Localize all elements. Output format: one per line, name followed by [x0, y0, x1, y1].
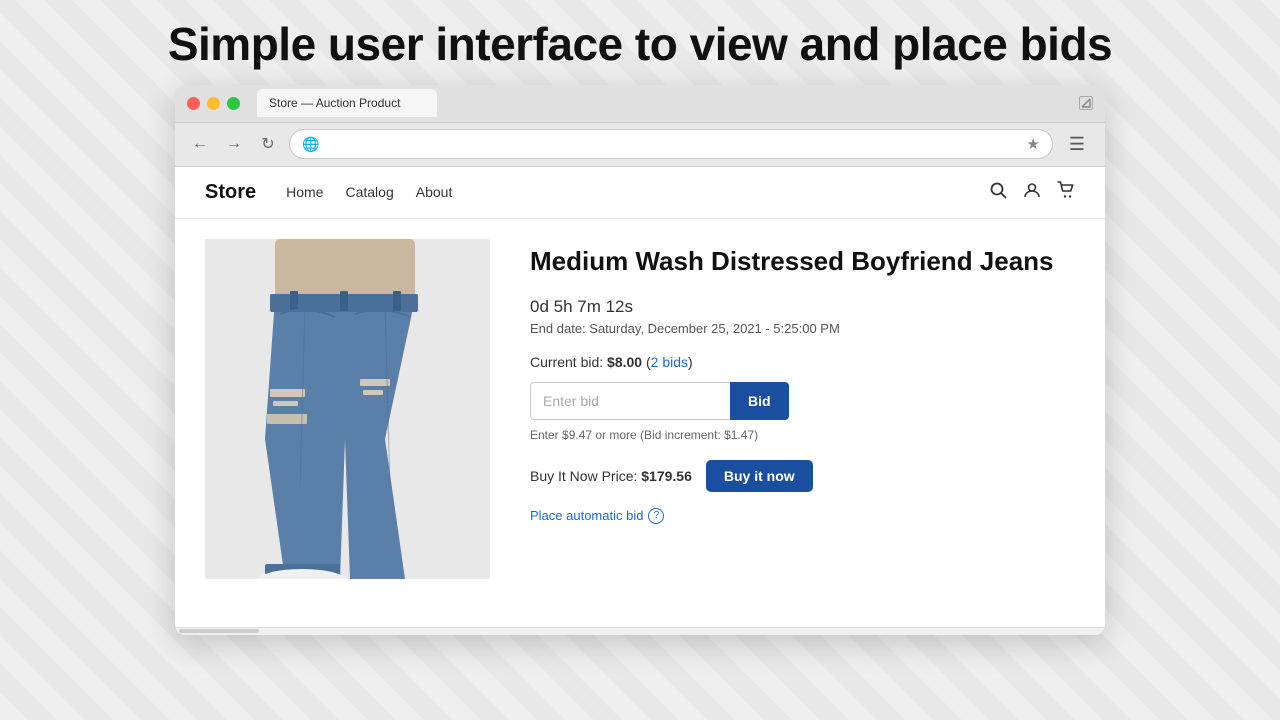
end-date-label: End date:: [530, 321, 586, 336]
current-bid-label: Current bid:: [530, 354, 603, 370]
buy-now-label: Buy It Now Price: $179.56: [530, 468, 692, 484]
slide-title: Simple user interface to view and place …: [168, 18, 1112, 71]
minimize-button[interactable]: [207, 97, 220, 110]
fullscreen-button[interactable]: [227, 97, 240, 110]
product-area: Medium Wash Distressed Boyfriend Jeans 0…: [175, 219, 1105, 609]
auto-bid-label: Place automatic bid: [530, 508, 643, 523]
buy-now-row: Buy It Now Price: $179.56 Buy it now: [530, 460, 1075, 492]
store-brand: Store: [205, 181, 256, 204]
bid-amount: $8.00: [607, 354, 642, 370]
store-page: Store Home Catalog About: [175, 167, 1105, 627]
buy-now-button[interactable]: Buy it now: [706, 460, 813, 492]
search-button[interactable]: [989, 181, 1007, 204]
countdown-timer: 0d 5h 7m 12s: [530, 297, 1075, 317]
back-button[interactable]: ←: [187, 131, 213, 157]
bid-hint: Enter $9.47 or more (Bid increment: $1.4…: [530, 428, 1075, 442]
end-date: End date: Saturday, December 25, 2021 - …: [530, 321, 1075, 336]
cart-button[interactable]: [1057, 181, 1075, 204]
refresh-button[interactable]: ↻: [255, 131, 281, 157]
scrollbar-thumb[interactable]: [179, 629, 259, 633]
close-button[interactable]: [187, 97, 200, 110]
browser-tab[interactable]: Store — Auction Product: [257, 89, 437, 117]
menu-button[interactable]: ☰: [1061, 130, 1093, 159]
store-nav-links: Home Catalog About: [286, 184, 452, 200]
tab-label: Store — Auction Product: [269, 96, 400, 110]
nav-about[interactable]: About: [416, 184, 453, 200]
tab-area: Store — Auction Product: [247, 89, 1072, 117]
bid-button[interactable]: Bid: [730, 382, 789, 420]
product-title: Medium Wash Distressed Boyfriend Jeans: [530, 245, 1075, 279]
buy-now-price: $179.56: [641, 468, 692, 484]
end-date-value: Saturday, December 25, 2021 - 5:25:00 PM: [589, 321, 840, 336]
window-expand-icon[interactable]: [1079, 96, 1093, 110]
store-nav-actions: [989, 181, 1075, 204]
help-icon: ?: [648, 508, 664, 524]
browser-window: Store — Auction Product ← → ↻ 🌐 ★ ☰ Stor…: [175, 85, 1105, 635]
current-bid: Current bid: $8.00 (2 bids): [530, 354, 1075, 370]
browser-toolbar: ← → ↻ 🌐 ★ ☰: [175, 123, 1105, 167]
globe-icon: 🌐: [302, 136, 319, 153]
bid-input-row: Bid: [530, 382, 1075, 420]
bookmark-icon[interactable]: ★: [1026, 135, 1039, 153]
product-image: [205, 239, 490, 579]
bid-count: 2 bids: [651, 354, 688, 370]
forward-button[interactable]: →: [221, 131, 247, 157]
account-button[interactable]: [1023, 181, 1041, 204]
address-bar[interactable]: 🌐 ★: [289, 129, 1053, 159]
browser-titlebar: Store — Auction Product: [175, 85, 1105, 123]
product-details: Medium Wash Distressed Boyfriend Jeans 0…: [530, 239, 1075, 524]
bid-input[interactable]: [530, 382, 730, 420]
nav-catalog[interactable]: Catalog: [345, 184, 393, 200]
browser-scrollbar[interactable]: [175, 627, 1105, 635]
auto-bid-link[interactable]: Place automatic bid ?: [530, 508, 1075, 524]
nav-home[interactable]: Home: [286, 184, 323, 200]
store-nav: Store Home Catalog About: [175, 167, 1105, 219]
